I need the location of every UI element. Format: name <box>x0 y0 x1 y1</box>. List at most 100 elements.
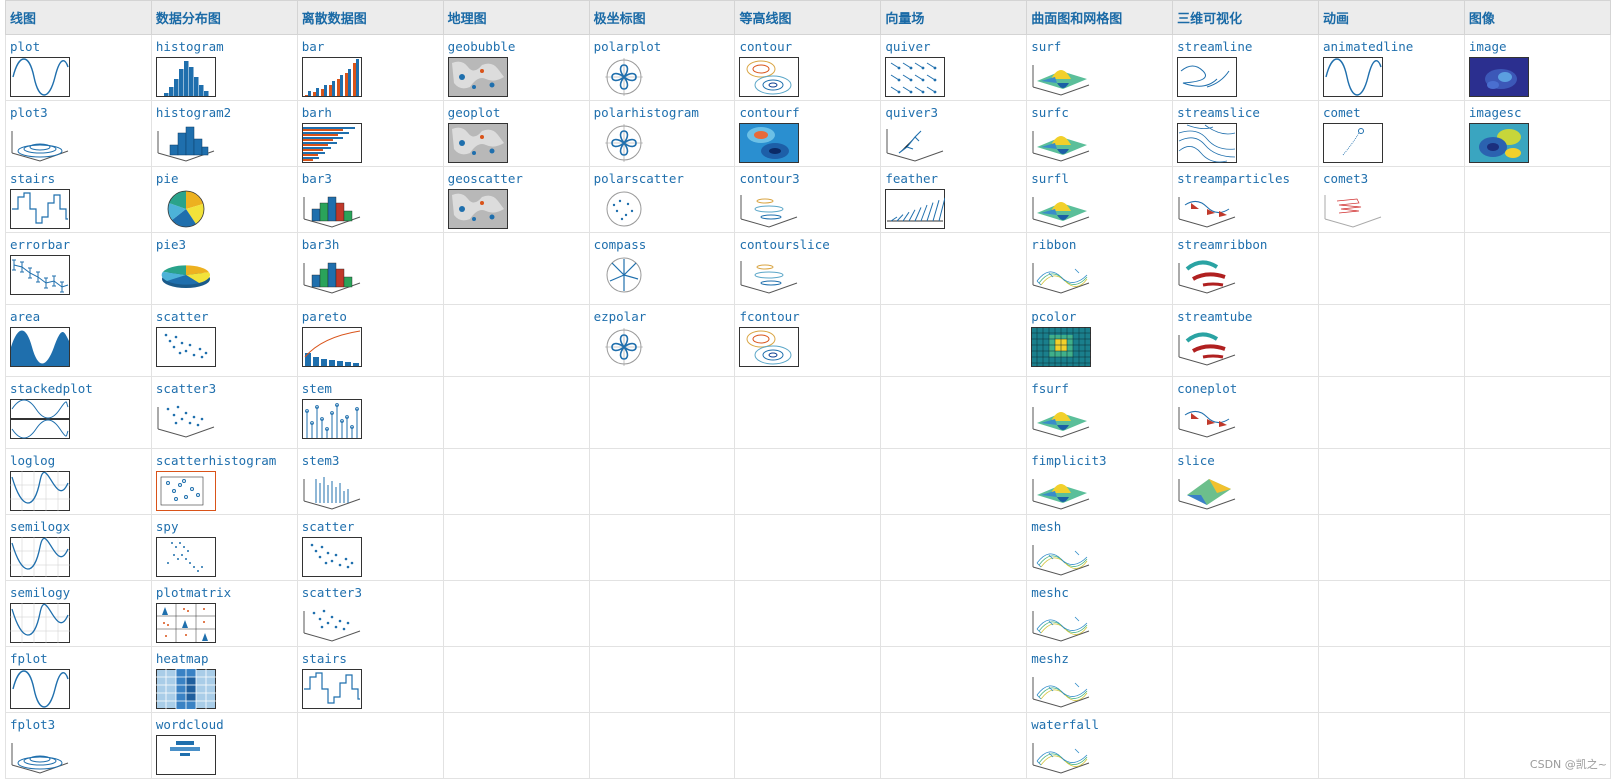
surf-thumbnail-icon[interactable] <box>1031 399 1091 439</box>
area-thumbnail-icon[interactable] <box>10 327 70 367</box>
contour3-thumbnail-icon[interactable] <box>739 255 799 295</box>
contourf-thumbnail-icon[interactable] <box>739 123 800 163</box>
function-link[interactable]: stackedplot <box>10 382 147 396</box>
stacked-thumbnail-icon[interactable] <box>10 399 70 439</box>
function-link[interactable]: feather <box>885 172 1022 186</box>
function-link[interactable]: streamslice <box>1177 106 1314 120</box>
feather-thumbnail-icon[interactable] <box>885 189 946 229</box>
bar3-thumbnail-icon[interactable] <box>302 255 362 295</box>
surf-thumbnail-icon[interactable] <box>1031 189 1091 229</box>
pcolor-thumbnail-icon[interactable] <box>1031 327 1092 367</box>
function-link[interactable]: surfc <box>1031 106 1168 120</box>
function-link[interactable]: fplot <box>10 652 147 666</box>
scatter-thumbnail-icon[interactable] <box>155 327 216 367</box>
loglog-thumbnail-icon[interactable] <box>10 471 70 511</box>
function-link[interactable]: fimplicit3 <box>1031 454 1168 468</box>
function-link[interactable]: stem3 <box>302 454 439 468</box>
pareto-thumbnail-icon[interactable] <box>301 327 362 367</box>
function-link[interactable]: ribbon <box>1031 238 1168 252</box>
function-link[interactable]: contour3 <box>739 172 876 186</box>
hist2-thumbnail-icon[interactable] <box>156 123 216 163</box>
function-link[interactable]: bar3h <box>302 238 439 252</box>
pie3-thumbnail-icon[interactable] <box>156 255 216 295</box>
function-link[interactable]: contourslice <box>739 238 876 252</box>
quiver-thumbnail-icon[interactable] <box>885 57 946 97</box>
polarscatter-thumbnail-icon[interactable] <box>594 189 654 229</box>
function-link[interactable]: contour <box>739 40 876 54</box>
mesh-thumbnail-icon[interactable] <box>1031 669 1091 709</box>
bar3-thumbnail-icon[interactable] <box>302 189 362 229</box>
function-link[interactable]: semilogx <box>10 520 147 534</box>
mesh-thumbnail-icon[interactable] <box>1031 735 1091 775</box>
function-link[interactable]: fplot3 <box>10 718 147 732</box>
stem3-thumbnail-icon[interactable] <box>302 471 362 511</box>
function-link[interactable]: pcolor <box>1031 310 1168 324</box>
polar-thumbnail-icon[interactable] <box>594 327 654 367</box>
function-link[interactable]: fsurf <box>1031 382 1168 396</box>
spiral-thumbnail-icon[interactable] <box>10 123 70 163</box>
image-thumbnail-icon[interactable] <box>1468 57 1529 97</box>
function-link[interactable]: surf <box>1031 40 1168 54</box>
function-link[interactable]: meshc <box>1031 586 1168 600</box>
function-link[interactable]: animatedline <box>1323 40 1460 54</box>
function-link[interactable]: scatterhistogram <box>156 454 293 468</box>
function-link[interactable]: imagesc <box>1469 106 1606 120</box>
stairs-thumbnail-icon[interactable] <box>301 669 362 709</box>
surf-thumbnail-icon[interactable] <box>1031 57 1091 97</box>
barh-thumbnail-icon[interactable] <box>301 123 362 163</box>
function-link[interactable]: coneplot <box>1177 382 1314 396</box>
function-link[interactable]: histogram2 <box>156 106 293 120</box>
function-link[interactable]: plot3 <box>10 106 147 120</box>
heatmap-thumbnail-icon[interactable] <box>155 669 216 709</box>
polar-thumbnail-icon[interactable] <box>594 123 654 163</box>
pie-thumbnail-icon[interactable] <box>156 189 216 229</box>
line-thumbnail-icon[interactable] <box>10 57 70 97</box>
function-link[interactable]: polarscatter <box>594 172 731 186</box>
function-link[interactable]: contourf <box>739 106 876 120</box>
function-link[interactable]: pareto <box>302 310 439 324</box>
function-link[interactable]: heatmap <box>156 652 293 666</box>
quiver3-thumbnail-icon[interactable] <box>885 123 945 163</box>
function-link[interactable]: stairs <box>10 172 147 186</box>
tube-thumbnail-icon[interactable] <box>1177 327 1237 367</box>
function-link[interactable]: pie <box>156 172 293 186</box>
function-link[interactable]: geoplot <box>448 106 585 120</box>
loglog-thumbnail-icon[interactable] <box>10 603 70 643</box>
geo-thumbnail-icon[interactable] <box>447 123 508 163</box>
function-link[interactable]: slice <box>1177 454 1314 468</box>
function-link[interactable]: bar3 <box>302 172 439 186</box>
function-link[interactable]: area <box>10 310 147 324</box>
function-link[interactable]: histogram <box>156 40 293 54</box>
stream-thumbnail-icon[interactable] <box>1177 57 1238 97</box>
function-link[interactable]: streamline <box>1177 40 1314 54</box>
function-link[interactable]: pie3 <box>156 238 293 252</box>
mesh-thumbnail-icon[interactable] <box>1031 603 1091 643</box>
stem-thumbnail-icon[interactable] <box>301 399 362 439</box>
line-thumbnail-icon[interactable] <box>1323 57 1384 97</box>
function-link[interactable]: streamtube <box>1177 310 1314 324</box>
function-link[interactable]: semilogy <box>10 586 147 600</box>
function-link[interactable]: comet <box>1323 106 1460 120</box>
function-link[interactable]: scatter <box>156 310 293 324</box>
function-link[interactable]: polarplot <box>594 40 731 54</box>
function-link[interactable]: ezpolar <box>594 310 731 324</box>
loglog-thumbnail-icon[interactable] <box>10 537 70 577</box>
function-link[interactable]: streamparticles <box>1177 172 1314 186</box>
function-link[interactable]: wordcloud <box>156 718 293 732</box>
scatter3-thumbnail-icon[interactable] <box>156 399 216 439</box>
geo-thumbnail-icon[interactable] <box>447 189 508 229</box>
geo-thumbnail-icon[interactable] <box>447 57 508 97</box>
contour-thumbnail-icon[interactable] <box>739 57 800 97</box>
function-link[interactable]: stem <box>302 382 439 396</box>
streamslice-thumbnail-icon[interactable] <box>1177 123 1238 163</box>
bar-thumbnail-icon[interactable] <box>301 57 362 97</box>
function-link[interactable]: mesh <box>1031 520 1168 534</box>
function-link[interactable]: loglog <box>10 454 147 468</box>
spiral-thumbnail-icon[interactable] <box>10 735 70 775</box>
comet3-thumbnail-icon[interactable] <box>1323 189 1383 229</box>
function-link[interactable]: spy <box>156 520 293 534</box>
compass-thumbnail-icon[interactable] <box>594 255 654 295</box>
mesh-thumbnail-icon[interactable] <box>1031 255 1091 295</box>
function-link[interactable]: waterfall <box>1031 718 1168 732</box>
scatter-thumbnail-icon[interactable] <box>301 537 362 577</box>
